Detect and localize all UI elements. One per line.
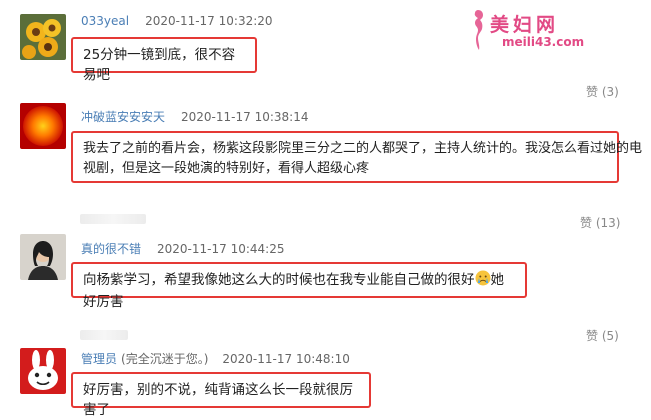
username-link[interactable]: 管理员 [81,352,117,366]
username-link[interactable]: 033yeal [81,14,129,28]
watermark-logo: 美妇网 meili43.com [466,6,616,54]
comment-meta: 冲破蓝安安安天 2020-11-17 10:38:14 [81,108,308,125]
timestamp: 2020-11-17 10:32:20 [145,14,273,28]
comment-meta: 033yeal 2020-11-17 10:32:20 [81,14,273,28]
like-button[interactable]: 赞 (13) [580,214,620,231]
comment-text: 25分钟一镜到底，很不容易吧 [71,37,257,83]
user-note: (完全沉迷于您。) [121,352,209,366]
comment-text: 我去了之前的看片会，杨紫这段影院里三分之二的人都哭了，主持人统计的。我没怎么看过… [71,131,643,183]
like-button[interactable]: 赞 (3) [586,83,619,100]
rabbit-avatar-icon [20,348,66,394]
avatar[interactable] [20,14,66,60]
username-link[interactable]: 真的很不错 [81,242,141,256]
redacted-text [80,330,128,340]
comment-meta: 管理员 (完全沉迷于您。) 2020-11-17 10:48:10 [81,350,350,367]
like-label: 赞 [586,85,599,99]
avatar[interactable] [20,348,66,394]
watermark-title: 美妇网 [490,14,560,36]
avatar[interactable] [20,234,66,280]
timestamp: 2020-11-17 10:44:25 [157,242,285,256]
like-count: (13) [595,216,621,230]
comment-body-line: 视剧，但是这一段她演的特别好，看得人超级心疼 [83,161,370,176]
red-orb-avatar-icon [20,103,66,149]
username-link[interactable]: 冲破蓝安安安天 [81,110,165,124]
watermark-url: meili43.com [502,35,585,49]
crying-face-emoji-icon [475,270,491,292]
like-count: (3) [601,85,619,99]
comment-text: 向杨紫学习，希望我像她这么大的时候也在我专业能自己做的很好 她好厉害 [71,262,527,310]
avatar[interactable] [20,103,66,149]
like-count: (5) [601,329,619,343]
comment-page: { "watermark": { "title": "美妇网", "url": … [0,0,651,418]
timestamp: 2020-11-17 10:38:14 [181,110,309,124]
woman-silhouette-icon [474,10,483,50]
comment-body: 向杨紫学习，希望我像她这么大的时候也在我专业能自己做的很好 [83,272,475,288]
like-label: 赞 [586,329,599,343]
person-photo-avatar-icon [20,234,66,280]
sunflower-avatar-icon [20,14,66,60]
redacted-text [80,214,146,224]
comment-body: 好厉害，别的不说，纯背诵这么长一段就很厉害了 [83,382,353,418]
like-button[interactable]: 赞 (5) [586,327,619,344]
comment-meta: 真的很不错 2020-11-17 10:44:25 [81,240,284,257]
comment-body: 25分钟一镜到底，很不容易吧 [83,47,236,83]
timestamp: 2020-11-17 10:48:10 [222,352,350,366]
like-label: 赞 [580,216,593,230]
comment-body-line: 我去了之前的看片会，杨紫这段影院里三分之二的人都哭了，主持人统计的。我没怎么看过… [83,141,643,156]
comment-text: 好厉害，别的不说，纯背诵这么长一段就很厉害了 [71,372,371,418]
